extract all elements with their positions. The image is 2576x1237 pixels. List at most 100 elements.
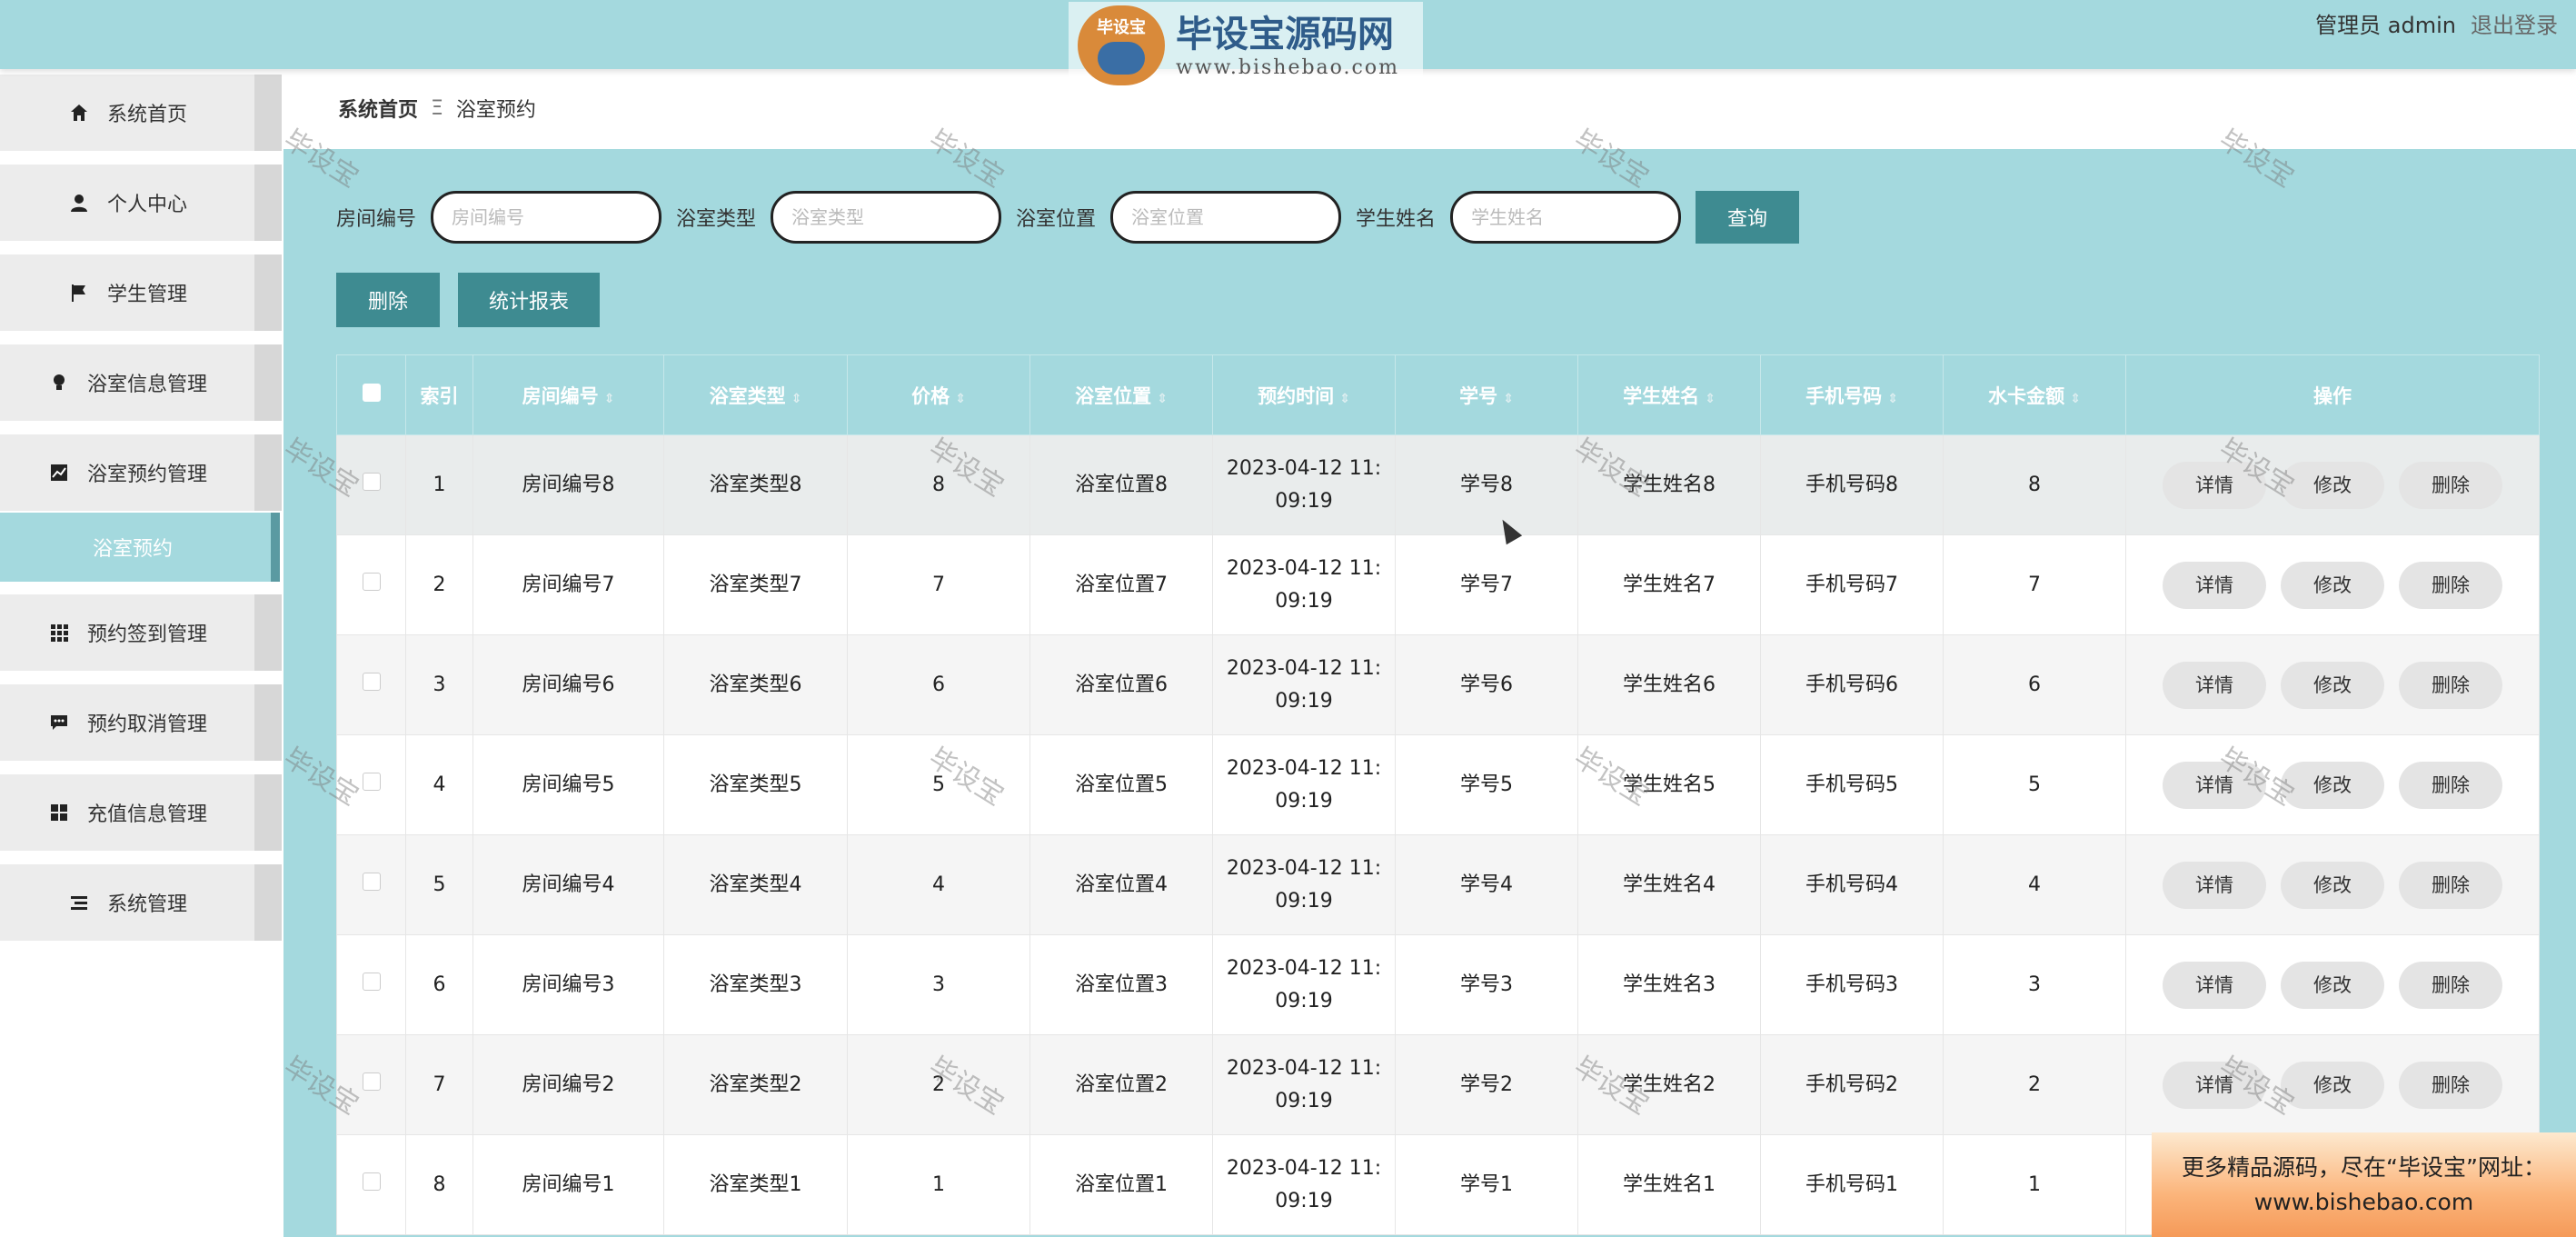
col-room-number[interactable]: 房间编号 ⇕ [472, 354, 664, 435]
breadcrumb-separator-icon: Ξ [431, 96, 443, 120]
sidebar-item-cancel[interactable]: 预约取消管理 [0, 684, 282, 761]
student-name-input[interactable] [1450, 191, 1682, 244]
delete-button[interactable]: 删除 [2399, 661, 2502, 709]
col-bathroom-location[interactable]: 浴室位置 ⇕ [1029, 354, 1213, 435]
col-price[interactable]: 价格 ⇕ [847, 354, 1030, 435]
row-checkbox[interactable] [336, 534, 406, 635]
room-number-label: 房间编号 [336, 208, 417, 231]
col-phone[interactable]: 手机号码 ⇕ [1760, 354, 1944, 435]
detail-button[interactable]: 详情 [2163, 761, 2266, 809]
row-checkbox[interactable] [336, 434, 406, 535]
sidebar-item-reservation[interactable]: 浴室预约管理 [0, 434, 282, 511]
cell-student-id: 学号7 [1395, 534, 1578, 635]
logout-link[interactable]: 退出登录 [2471, 7, 2558, 39]
detail-button[interactable]: 详情 [2163, 461, 2266, 509]
sidebar-item-system[interactable]: 系统管理 [0, 864, 282, 941]
cell-room-number: 房间编号6 [472, 634, 664, 735]
edit-button[interactable]: 修改 [2281, 1061, 2384, 1109]
sort-icon[interactable]: ⇕ [1887, 392, 1898, 406]
sort-icon[interactable]: ⇕ [955, 392, 966, 406]
cell-index: 1 [405, 434, 473, 535]
cell-card-balance: 3 [1943, 934, 2126, 1035]
edit-button[interactable]: 修改 [2281, 561, 2384, 609]
cell-student-id: 学号1 [1395, 1134, 1578, 1235]
sort-icon[interactable]: ⇕ [1157, 392, 1168, 406]
cell-index: 5 [405, 834, 473, 935]
row-checkbox[interactable] [336, 934, 406, 1035]
sort-icon[interactable]: ⇕ [604, 392, 615, 406]
edit-button[interactable]: 修改 [2281, 861, 2384, 909]
cell-card-balance: 4 [1943, 834, 2126, 935]
sidebar-item-home[interactable]: 系统首页 [0, 75, 282, 151]
delete-button[interactable]: 删除 [2399, 1061, 2502, 1109]
detail-button[interactable]: 详情 [2163, 861, 2266, 909]
col-student-name[interactable]: 学生姓名 ⇕ [1577, 354, 1761, 435]
cell-reservation-time: 2023-04-12 11:09:19 [1212, 1134, 1396, 1235]
cell-student-name: 学生姓名5 [1577, 734, 1761, 835]
cell-card-balance: 2 [1943, 1034, 2126, 1135]
delete-button[interactable]: 删除 [2399, 961, 2502, 1009]
batch-delete-button[interactable]: 删除 [336, 273, 440, 327]
bathroom-type-input[interactable] [771, 191, 1002, 244]
delete-button[interactable]: 删除 [2399, 761, 2502, 809]
cell-card-balance: 8 [1943, 434, 2126, 535]
cell-price: 2 [847, 1034, 1030, 1135]
detail-button[interactable]: 详情 [2163, 661, 2266, 709]
query-button[interactable]: 查询 [1696, 191, 1800, 244]
cell-reservation-time: 2023-04-12 11:09:19 [1212, 734, 1396, 835]
breadcrumb-current: 浴室预约 [455, 99, 536, 122]
sidebar-item-students[interactable]: 学生管理 [0, 254, 282, 331]
edit-button[interactable]: 修改 [2281, 461, 2384, 509]
logo-sub-text: www.bishebao.com [1176, 55, 1399, 79]
sort-icon[interactable]: ⇕ [2070, 392, 2081, 406]
sidebar-subitem-reservation[interactable]: 浴室预约 [0, 513, 280, 582]
row-checkbox[interactable] [336, 1134, 406, 1235]
edit-button[interactable]: 修改 [2281, 961, 2384, 1009]
col-bathroom-type[interactable]: 浴室类型 ⇕ [663, 354, 848, 435]
cell-student-id: 学号2 [1395, 1034, 1578, 1135]
promo-banner[interactable]: 更多精品源码，尽在“毕设宝”网址： www.bishebao.com [2152, 1132, 2576, 1237]
sort-icon[interactable]: ⇕ [1503, 392, 1514, 406]
select-all-checkbox[interactable] [336, 354, 406, 435]
sidebar-item-checkin[interactable]: 预约签到管理 [0, 594, 282, 671]
sidebar-item-recharge[interactable]: 充值信息管理 [0, 774, 282, 851]
delete-button[interactable]: 删除 [2399, 461, 2502, 509]
cell-index: 6 [405, 934, 473, 1035]
delete-button[interactable]: 删除 [2399, 561, 2502, 609]
row-checkbox[interactable] [336, 734, 406, 835]
cell-card-balance: 5 [1943, 734, 2126, 835]
sidebar-item-profile[interactable]: 个人中心 [0, 165, 282, 241]
cell-student-name: 学生姓名1 [1577, 1134, 1761, 1235]
cell-phone: 手机号码5 [1760, 734, 1944, 835]
row-checkbox[interactable] [336, 634, 406, 735]
edit-button[interactable]: 修改 [2281, 661, 2384, 709]
sort-icon[interactable]: ⇕ [791, 392, 802, 406]
cell-student-name: 学生姓名7 [1577, 534, 1761, 635]
edit-button[interactable]: 修改 [2281, 761, 2384, 809]
detail-button[interactable]: 详情 [2163, 1061, 2266, 1109]
room-number-input[interactable] [431, 191, 662, 244]
col-reservation-time[interactable]: 预约时间 ⇕ [1212, 354, 1396, 435]
report-button[interactable]: 统计报表 [458, 273, 600, 327]
chat-icon [47, 711, 71, 734]
row-checkbox[interactable] [336, 1034, 406, 1135]
cell-index: 8 [405, 1134, 473, 1235]
col-card-balance[interactable]: 水卡金额 ⇕ [1943, 354, 2126, 435]
delete-button[interactable]: 删除 [2399, 861, 2502, 909]
sort-icon[interactable]: ⇕ [1705, 392, 1716, 406]
cell-operations: 详情修改删除 [2125, 634, 2540, 735]
detail-button[interactable]: 详情 [2163, 961, 2266, 1009]
detail-button[interactable]: 详情 [2163, 561, 2266, 609]
col-student-id[interactable]: 学号 ⇕ [1395, 354, 1578, 435]
row-checkbox[interactable] [336, 834, 406, 935]
sort-icon[interactable]: ⇕ [1339, 392, 1350, 406]
sidebar-item-bathroom-info[interactable]: 浴室信息管理 [0, 344, 282, 421]
cell-operations: 详情修改删除 [2125, 434, 2540, 535]
bathroom-location-input[interactable] [1110, 191, 1342, 244]
breadcrumb-home[interactable]: 系统首页 [338, 94, 418, 123]
cell-index: 4 [405, 734, 473, 835]
cell-index: 7 [405, 1034, 473, 1135]
cell-bathroom-type: 浴室类型6 [663, 634, 848, 735]
sidebar: 系统首页 个人中心 学生管理 浴室信息管理 浴室预约管理 浴室预约 预约签到管理… [0, 69, 283, 1237]
cell-phone: 手机号码2 [1760, 1034, 1944, 1135]
